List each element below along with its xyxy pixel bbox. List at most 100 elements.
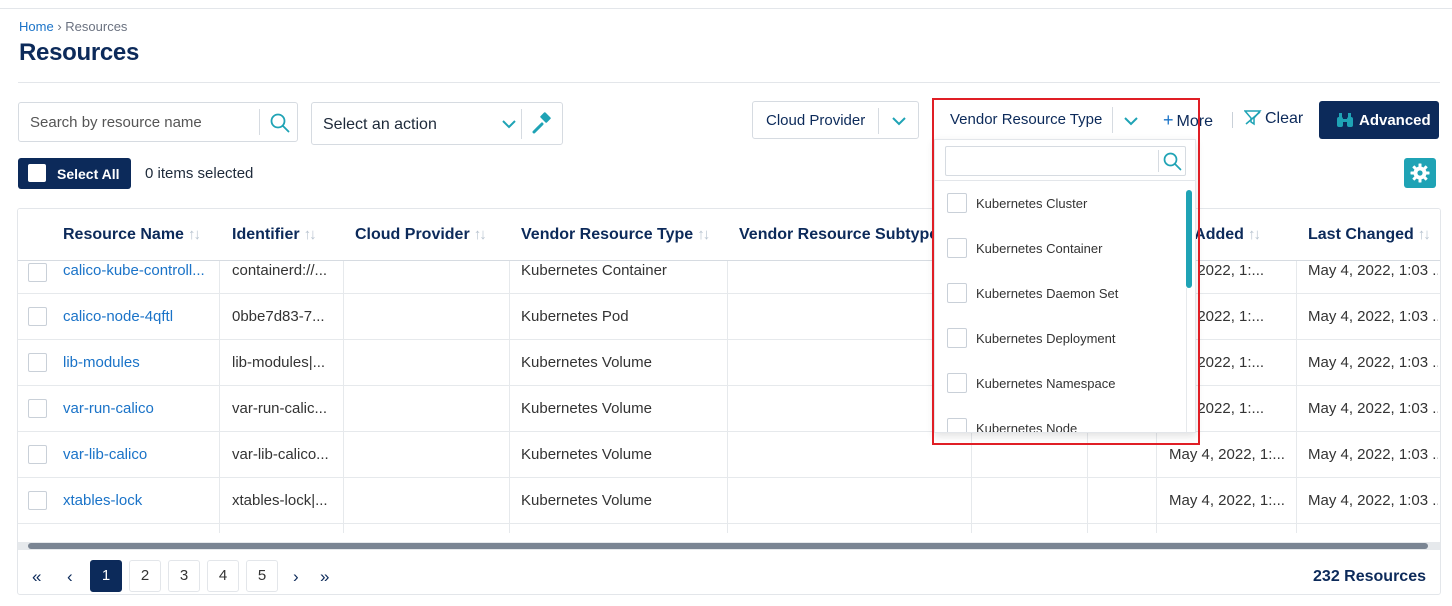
last-changed-cell: May 4, 2022, 1:03 ... <box>1308 354 1438 371</box>
page-button[interactable]: 4 <box>207 560 239 592</box>
table-row[interactable]: var-run-calico var-run-calic... Kubernet… <box>18 386 1440 432</box>
column-header-resource-name[interactable]: Resource Name ↑↓ <box>63 226 201 244</box>
option-checkbox[interactable] <box>947 418 967 432</box>
more-filters-button[interactable]: + More <box>1163 110 1213 131</box>
action-select-label: Select an action <box>323 116 437 133</box>
resource-name-link[interactable]: var-lib-calico <box>63 432 213 478</box>
dropdown-scrollbar-thumb[interactable] <box>1186 190 1192 288</box>
title-divider <box>18 82 1440 83</box>
prev-page-button[interactable]: ‹ <box>67 567 73 587</box>
row-checkbox[interactable] <box>28 353 47 372</box>
vendor-resource-type-divider <box>1112 107 1113 133</box>
chevron-down-icon <box>502 120 516 129</box>
row-checkbox[interactable] <box>28 445 47 464</box>
table-row[interactable]: calico-node-4qftl 0bbe7d83-7... Kubernet… <box>18 294 1440 340</box>
row-checkbox[interactable] <box>28 263 47 282</box>
vendor-resource-type-filter[interactable]: Vendor Resource Type <box>937 101 1151 139</box>
resource-name-link[interactable]: var-run-calico <box>63 386 213 432</box>
date-added-cell: May 4, 2022, 1:... <box>1169 492 1285 509</box>
column-header-vendor-resource-subtype[interactable]: Vendor Resource Subtype <box>739 226 938 244</box>
sort-icon[interactable]: ↑↓ <box>474 226 487 243</box>
horizontal-scrollbar[interactable] <box>18 542 1440 550</box>
resource-name-link[interactable]: lib-modules <box>63 340 213 386</box>
identifier-cell: var-lib-calico... <box>232 446 329 463</box>
column-header-cloud-provider[interactable]: Cloud Provider ↑↓ <box>355 226 487 244</box>
identifier-cell: xtables-lock|... <box>232 492 328 509</box>
first-page-button[interactable]: « <box>32 567 41 587</box>
vendor-resource-type-cell: Kubernetes Volume <box>521 400 652 417</box>
cloud-provider-filter[interactable]: Cloud Provider <box>752 101 919 139</box>
table-row[interactable]: xtables-lock xtables-lock|... Kubernetes… <box>18 478 1440 524</box>
option-checkbox[interactable] <box>947 238 967 258</box>
row-checkbox[interactable] <box>28 307 47 326</box>
page-button[interactable]: 1 <box>90 560 122 592</box>
vendor-resource-type-cell: Kubernetes Volume <box>521 446 652 463</box>
search-divider <box>259 109 260 135</box>
table-settings-button[interactable] <box>1404 158 1436 188</box>
option-label: Kubernetes Cluster <box>976 196 1088 211</box>
clear-filter-icon <box>1243 110 1262 126</box>
breadcrumb: Home › Resources <box>19 19 127 34</box>
vendor-resource-type-filter-label: Vendor Resource Type <box>950 111 1103 128</box>
sort-icon[interactable]: ↑↓ <box>697 226 710 243</box>
dropdown-search-input[interactable] <box>946 147 1156 175</box>
last-changed-cell: May 4, 2022, 1:03 ... <box>1308 262 1438 279</box>
column-header-date-added[interactable]: t Added ↑↓ <box>1185 226 1261 244</box>
search-input[interactable] <box>19 103 259 141</box>
sort-icon[interactable]: ↑↓ <box>1248 226 1261 243</box>
action-select[interactable]: Select an action <box>311 102 563 145</box>
table-row[interactable]: var-lib-calico var-lib-calico... Kuberne… <box>18 432 1440 478</box>
breadcrumb-current: Resources <box>65 19 128 34</box>
hammer-icon[interactable] <box>530 112 554 136</box>
last-changed-cell: May 4, 2022, 1:03 ... <box>1308 400 1438 417</box>
page-button[interactable]: 5 <box>246 560 278 592</box>
column-header-vendor-resource-type[interactable]: Vendor Resource Type ↑↓ <box>521 226 710 244</box>
cloud-provider-filter-label: Cloud Provider <box>766 112 866 129</box>
option-label: Kubernetes Node <box>976 421 1078 433</box>
sort-icon[interactable]: ↑↓ <box>304 226 317 243</box>
search-icon[interactable] <box>269 112 291 134</box>
clear-filters-label: Clear <box>1265 110 1304 127</box>
date-added-cell: May 4, 2022, 1:... <box>1169 446 1285 463</box>
option-checkbox[interactable] <box>947 373 967 393</box>
last-page-button[interactable]: » <box>320 567 329 587</box>
resource-name-link[interactable]: xtables-lock <box>63 478 213 524</box>
option-label: Kubernetes Daemon Set <box>976 286 1119 301</box>
next-page-button[interactable]: › <box>293 567 299 587</box>
search-icon[interactable] <box>1162 151 1183 172</box>
plus-icon: + <box>1163 110 1174 130</box>
option-checkbox[interactable] <box>947 328 967 348</box>
scrollbar-thumb[interactable] <box>28 543 1428 549</box>
last-changed-cell: May 4, 2022, 1:03 ... <box>1308 492 1438 509</box>
resource-name-link[interactable]: calico-node-4qftl <box>63 294 213 340</box>
table-row[interactable]: calico-kube-controll... containerd://...… <box>18 261 1440 294</box>
last-changed-cell: May 4, 2022, 1:03 ... <box>1308 446 1438 463</box>
clear-filters-button[interactable]: Clear <box>1243 110 1304 128</box>
dropdown-search-divider <box>1158 150 1159 172</box>
option-checkbox[interactable] <box>947 193 967 213</box>
option-checkbox[interactable] <box>947 283 967 303</box>
identifier-cell: lib-modules|... <box>232 354 326 371</box>
selected-count: 0 items selected <box>145 165 254 182</box>
page-title: Resources <box>19 39 140 66</box>
dropdown-scrollbar-track <box>1186 288 1187 432</box>
vendor-resource-type-cell: Kubernetes Container <box>521 262 667 279</box>
sort-icon[interactable]: ↑↓ <box>188 226 201 243</box>
row-checkbox[interactable] <box>28 399 47 418</box>
column-header-last-changed[interactable]: Last Changed ↑↓ <box>1308 226 1431 244</box>
table-row[interactable]: lib-modules lib-modules|... Kubernetes V… <box>18 340 1440 386</box>
page-button[interactable]: 3 <box>168 560 200 592</box>
breadcrumb-home-link[interactable]: Home <box>19 19 54 34</box>
select-all-button[interactable]: Select All <box>18 158 131 189</box>
advanced-search-button[interactable]: Advanced <box>1319 101 1439 139</box>
column-header-identifier[interactable]: Identifier ↑↓ <box>232 226 317 244</box>
row-checkbox[interactable] <box>28 491 47 510</box>
sort-icon[interactable]: ↑↓ <box>1418 226 1431 243</box>
page-button[interactable]: 2 <box>129 560 161 592</box>
vendor-resource-type-cell: Kubernetes Volume <box>521 492 652 509</box>
identifier-cell: var-run-calic... <box>232 400 328 417</box>
resource-name-link[interactable]: calico-kube-controll... <box>63 261 213 294</box>
resources-table: Resource Name ↑↓ Identifier ↑↓ Cloud Provi… <box>17 208 1441 595</box>
select-all-checkbox[interactable] <box>28 164 46 182</box>
cloud-provider-divider <box>878 108 879 134</box>
